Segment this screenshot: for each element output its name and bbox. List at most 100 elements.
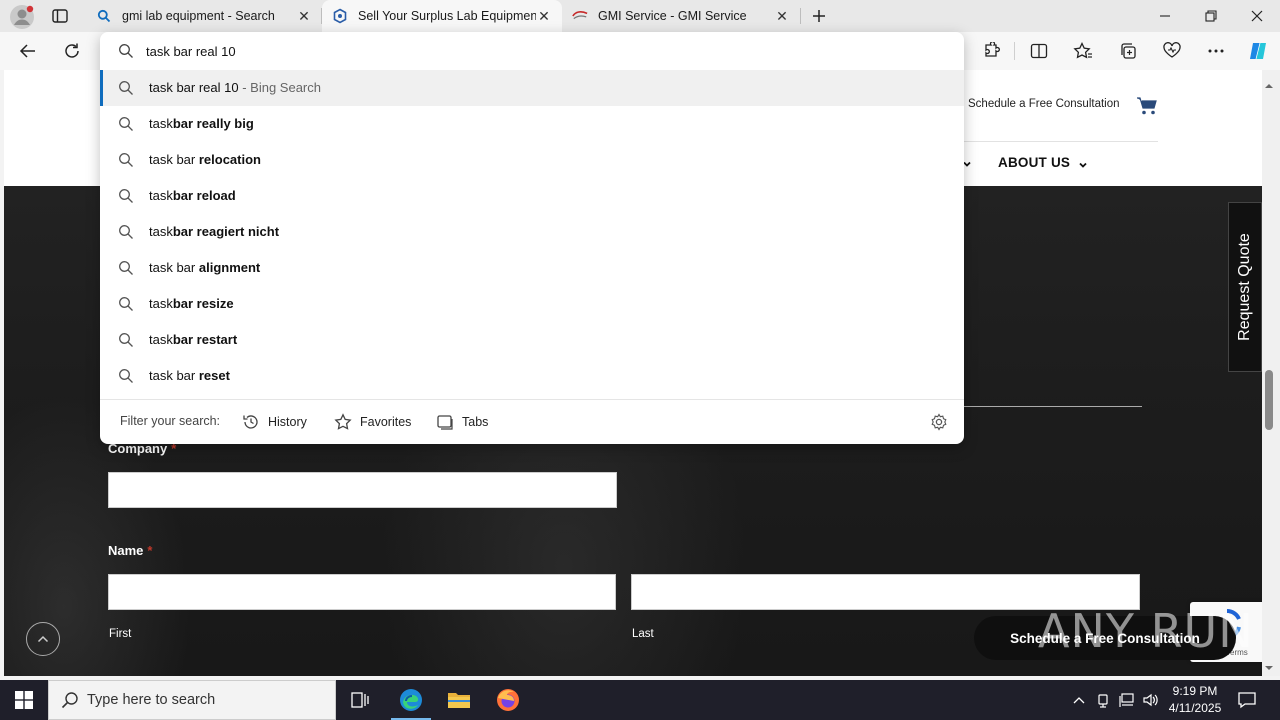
system-clock[interactable]: 9:19 PM 4/11/2025 (1162, 683, 1228, 717)
task-view-icon[interactable] (336, 680, 384, 720)
search-icon (96, 8, 112, 24)
tab-title: gmi lab equipment - Search (122, 9, 275, 23)
toolbar-separator (1014, 42, 1015, 60)
scrollbar-thumb[interactable] (1265, 370, 1273, 430)
filter-favorites[interactable]: Favorites (334, 412, 411, 432)
search-icon (119, 333, 133, 347)
suggestion-item[interactable]: task bar real 10 - Bing Search (100, 70, 964, 106)
suggestion-text: task bar reset (149, 368, 230, 383)
search-icon (119, 189, 133, 203)
windows-taskbar: Type here to search 9:19 PM 4/11/2025 (0, 680, 1280, 720)
page-scrollbar[interactable] (1262, 70, 1280, 676)
first-sublabel: First (109, 628, 132, 640)
address-bar-dropdown: task bar real 10 - Bing Search taskbar r… (100, 32, 964, 444)
address-input[interactable] (146, 40, 926, 62)
gmi-logo-icon (572, 8, 588, 24)
file-explorer-icon[interactable] (435, 680, 483, 720)
profile-avatar-icon[interactable] (9, 4, 35, 30)
suggestion-text: task bar alignment (149, 260, 261, 275)
new-tab-plus-icon[interactable] (808, 5, 830, 27)
suggestion-text: task bar relocation (149, 152, 261, 167)
split-screen-icon[interactable] (1026, 39, 1052, 63)
network-icon[interactable] (1094, 690, 1112, 710)
search-icon (119, 369, 133, 383)
tab-surplus-lab[interactable]: Sell Your Surplus Lab Equipment ✕ (322, 0, 562, 32)
suggestion-item[interactable]: task bar alignment (100, 250, 964, 286)
site-shield-icon (332, 8, 348, 24)
address-bar[interactable] (100, 32, 964, 70)
suggestion-item[interactable]: taskbar restart (100, 322, 964, 358)
suggestion-item[interactable]: taskbar resize (100, 286, 964, 322)
suggestion-text: taskbar really big (149, 116, 254, 131)
name-label: Name * (108, 543, 153, 558)
tab-bing-search[interactable]: gmi lab equipment - Search ✕ (86, 0, 322, 32)
tab-actions-icon[interactable] (50, 6, 70, 26)
browser-essentials-heart-icon[interactable] (1159, 39, 1185, 63)
first-name-input[interactable] (108, 574, 616, 610)
tab-title: GMI Service - GMI Service (598, 9, 747, 23)
last-sublabel: Last (632, 628, 654, 640)
nav-about-us[interactable]: ABOUT US (998, 155, 1088, 170)
tab-strip: gmi lab equipment - Search ✕ Sell Your S… (0, 0, 1280, 32)
scroll-up-arrow-icon[interactable] (1264, 78, 1274, 88)
tab-gmi-service[interactable]: GMI Service - GMI Service ✕ (562, 0, 800, 32)
request-quote-tab[interactable]: Request Quote (1228, 202, 1262, 372)
suggestion-item[interactable]: taskbar reagiert nicht (100, 214, 964, 250)
gear-icon[interactable] (930, 413, 948, 431)
suggestion-text: taskbar restart (149, 332, 238, 347)
suggestion-item[interactable]: taskbar really big (100, 106, 964, 142)
close-tab-icon[interactable]: ✕ (296, 8, 312, 24)
search-icon (119, 153, 133, 167)
close-tab-icon[interactable]: ✕ (536, 8, 552, 24)
close-tab-icon[interactable]: ✕ (774, 8, 790, 24)
taskbar-search-placeholder: Type here to search (87, 692, 216, 708)
suggestion-text: taskbar resize (149, 296, 234, 311)
request-quote-label: Request Quote (1236, 233, 1253, 341)
minimize-icon[interactable] (1142, 0, 1188, 32)
anyrun-watermark: ANY RUN (1038, 604, 1254, 658)
firefox-icon[interactable] (484, 680, 532, 720)
back-arrow-icon[interactable] (15, 39, 41, 63)
search-icon (61, 692, 78, 709)
notifications-icon[interactable] (1236, 689, 1258, 711)
favorites-star-icon[interactable] (1070, 39, 1096, 63)
filter-tabs[interactable]: Tabs (436, 412, 488, 432)
extensions-puzzle-icon[interactable] (978, 39, 1004, 63)
schedule-consultation-link[interactable]: Schedule a Free Consultation (968, 98, 1120, 110)
show-hidden-icons-chevron-icon[interactable] (1070, 690, 1088, 710)
watermark-text: ANY RUN (1038, 604, 1254, 658)
search-icon (119, 261, 133, 275)
company-input[interactable] (108, 472, 617, 508)
suggestion-text: taskbar reload (149, 188, 236, 203)
chevron-down-icon (1078, 158, 1088, 168)
clock-date: 4/11/2025 (1168, 701, 1222, 715)
search-icon (119, 225, 133, 239)
restore-icon[interactable] (1188, 0, 1234, 32)
search-icon (119, 44, 133, 58)
edge-browser-icon[interactable] (387, 680, 435, 720)
history-icon (243, 415, 258, 429)
suggestion-text: taskbar reagiert nicht (149, 224, 280, 239)
windows-start-icon[interactable] (0, 680, 48, 720)
suggestion-item[interactable]: task bar relocation (100, 142, 964, 178)
close-window-icon[interactable] (1234, 0, 1280, 32)
scroll-to-top-button[interactable] (26, 622, 60, 656)
tab-title: Sell Your Surplus Lab Equipment (358, 9, 536, 23)
refresh-icon[interactable] (59, 39, 85, 63)
search-icon (119, 297, 133, 311)
volume-icon[interactable] (1142, 690, 1160, 710)
ethernet-icon[interactable] (1118, 690, 1136, 710)
taskbar-search-box[interactable]: Type here to search (48, 680, 336, 720)
search-filter-bar: Filter your search: History Favorites Ta… (100, 399, 964, 444)
more-options-icon[interactable] (1203, 39, 1229, 63)
tabs-icon (437, 415, 453, 430)
scroll-down-arrow-icon[interactable] (1264, 660, 1274, 670)
suggestion-item[interactable]: task bar reset (100, 358, 964, 394)
tab-separator (321, 8, 322, 24)
suggestion-item[interactable]: taskbar reload (100, 178, 964, 214)
nav-about-label: ABOUT US (998, 155, 1071, 170)
copilot-icon[interactable] (1245, 39, 1271, 63)
filter-history[interactable]: History (242, 412, 307, 432)
collections-icon[interactable] (1115, 39, 1141, 63)
cart-icon[interactable] (1136, 96, 1158, 116)
